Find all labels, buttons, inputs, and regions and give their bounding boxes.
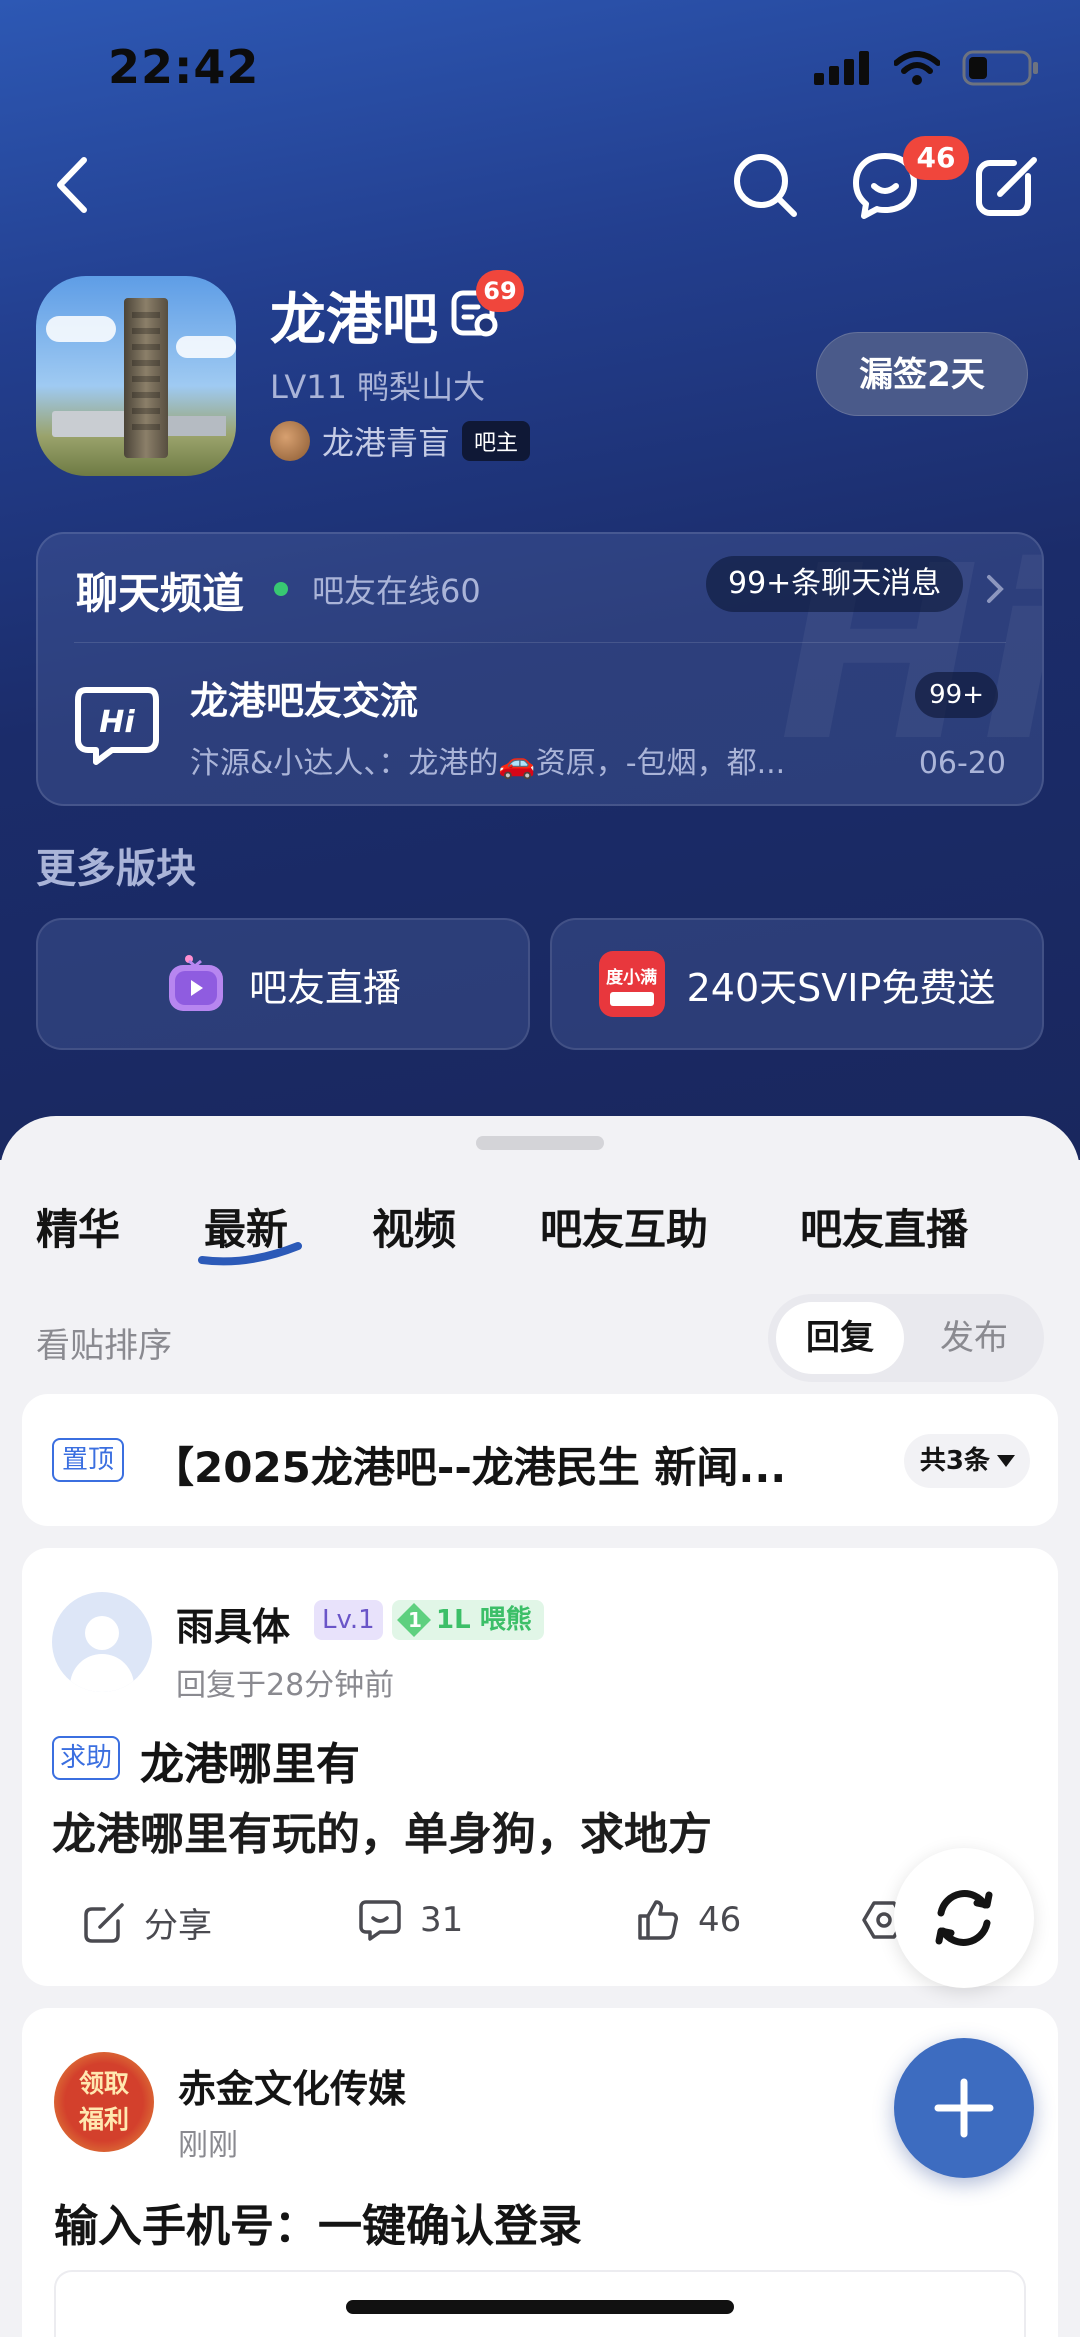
- chat-channel-title: 聊天频道: [76, 569, 245, 618]
- pinned-title[interactable]: 【2025龙港吧--龙港民生 新闻...: [152, 1434, 872, 1495]
- checkin-button[interactable]: 漏签2天: [816, 332, 1028, 416]
- share-label: 分享: [144, 1906, 212, 1946]
- chat-room-hi-icon: Hi: [75, 687, 159, 765]
- comment-button[interactable]: 31: [358, 1898, 463, 1942]
- like-button[interactable]: 46: [636, 1898, 741, 1942]
- section-label: 吧友直播: [248, 965, 401, 1010]
- advertiser-name: 赤金文化传媒: [178, 2067, 407, 2111]
- forum-name: 龙港吧: [270, 288, 438, 353]
- duxiaoman-icon-text: 度小满: [606, 967, 658, 988]
- fan-level-badge: 1 1L 喂熊: [392, 1600, 544, 1640]
- sort-by-reply[interactable]: 回复: [776, 1302, 904, 1374]
- thumbs-up-icon: [638, 1900, 678, 1940]
- avatar-cloud: [176, 336, 236, 358]
- avatar-tower: [124, 298, 168, 458]
- tab-live[interactable]: 吧友直播: [800, 1196, 968, 1257]
- comment-icon: [359, 1900, 401, 1941]
- owner-name: 龙港青盲: [322, 424, 451, 462]
- share-icon: [84, 1902, 124, 1943]
- back-icon[interactable]: [50, 150, 94, 220]
- chat-message-count[interactable]: 99+条聊天消息: [706, 556, 964, 612]
- advertiser-logo-text: 领取: [78, 2069, 129, 2098]
- edit-post-icon[interactable]: [972, 150, 1042, 220]
- tab-featured[interactable]: 精华: [36, 1196, 120, 1257]
- post-category-tag: 求助: [52, 1736, 121, 1780]
- divider: [74, 642, 1006, 643]
- pinned-count: 共3条: [919, 1446, 990, 1476]
- post-username[interactable]: 雨具体: [176, 1596, 290, 1651]
- chat-room-date: 06-20: [918, 746, 1006, 781]
- triangle-down-icon: [997, 1455, 1015, 1467]
- home-indicator[interactable]: [346, 2300, 734, 2314]
- post-title[interactable]: 龙港哪里有: [140, 1728, 360, 1792]
- plus-icon: [934, 2078, 994, 2138]
- user-avatar[interactable]: [52, 1592, 152, 1692]
- fan-level-label: 1L 喂熊: [436, 1605, 532, 1635]
- user-level-badge: Lv.1: [314, 1600, 383, 1640]
- duxiaoman-icon-bar: [609, 991, 654, 1006]
- more-sections-title: 更多版块: [36, 846, 196, 892]
- avatar-cloud: [46, 316, 116, 342]
- sort-by-post[interactable]: 发布: [910, 1302, 1038, 1374]
- chat-room-name: 龙港吧友交流: [190, 679, 419, 723]
- wifi-icon: [894, 51, 940, 85]
- battery-icon: [962, 50, 1038, 86]
- online-count: 吧友在线60: [312, 572, 481, 610]
- duxiaoman-icon: 度小满: [598, 951, 665, 1017]
- chat-room-unread-badge: 99+: [915, 672, 998, 718]
- ad-time: 刚刚: [178, 2128, 238, 2163]
- owner-avatar: [270, 421, 310, 461]
- section-live-button[interactable]: 吧友直播: [36, 918, 530, 1050]
- online-dot-icon: [274, 582, 288, 596]
- avatar-body: [70, 1654, 134, 1692]
- status-time: 22:42: [108, 40, 260, 94]
- comment-count: 31: [420, 1900, 464, 1940]
- advertiser-logo-text: 福利: [78, 2105, 129, 2134]
- sponsored-post-card[interactable]: 领取 福利 赤金文化传媒 刚刚 输入手机号：一键确认登录: [22, 2008, 1058, 2337]
- section-label: 240天SVIP免费送: [686, 965, 996, 1010]
- avatar-head: [85, 1616, 119, 1650]
- chat-channel-card[interactable]: Hi 聊天频道 吧友在线60 99+条聊天消息 Hi 龙港吧友交流 汴源&小达人…: [36, 532, 1044, 806]
- forum-info-badge: 69: [476, 270, 524, 312]
- section-svip-button[interactable]: 度小满 240天SVIP免费送: [550, 918, 1044, 1050]
- message-badge: 46: [903, 136, 969, 180]
- status-icons: [814, 50, 1040, 86]
- advertiser-logo: 领取 福利: [54, 2052, 154, 2152]
- live-tv-icon: [168, 955, 223, 1011]
- post-body[interactable]: 龙港哪里有玩的，单身狗，求地方: [52, 1798, 712, 1862]
- sheet-drag-handle[interactable]: [476, 1136, 604, 1150]
- pinned-expand-button[interactable]: 共3条: [903, 1434, 1030, 1488]
- pinned-posts-card[interactable]: 置顶 【2025龙港吧--龙港民生 新闻... 共3条: [22, 1394, 1058, 1526]
- sort-label: 看贴排序: [36, 1326, 172, 1366]
- ad-title[interactable]: 输入手机号：一键确认登录: [54, 2190, 582, 2254]
- refresh-icon: [935, 1890, 993, 1946]
- forum-owner[interactable]: 龙港青盲 吧主: [270, 418, 531, 464]
- pinned-tag: 置顶: [52, 1438, 125, 1482]
- new-post-fab[interactable]: [894, 2038, 1034, 2178]
- tab-mutual-help[interactable]: 吧友互助: [540, 1196, 708, 1257]
- chat-room-preview: 汴源&小达人、：龙港的🚗资原，-包烟，都...: [190, 746, 786, 781]
- search-icon[interactable]: [730, 150, 800, 220]
- svg-text:Hi: Hi: [99, 705, 135, 740]
- forum-level: LV11 鸭梨山大: [270, 368, 486, 406]
- tab-video[interactable]: 视频: [372, 1196, 456, 1257]
- fan-level-number: 1: [408, 1608, 422, 1632]
- post-time: 回复于28分钟前: [176, 1668, 395, 1703]
- owner-role-tag: 吧主: [462, 421, 531, 461]
- signal-icon: [814, 51, 869, 85]
- chevron-right-icon[interactable]: [986, 574, 1004, 604]
- active-tab-underline: [198, 1242, 302, 1266]
- share-button[interactable]: 分享: [82, 1898, 212, 1947]
- like-count: 46: [698, 1900, 742, 1940]
- forum-avatar[interactable]: [36, 276, 236, 476]
- sort-toggle: 回复 发布: [768, 1294, 1044, 1382]
- refresh-button[interactable]: [894, 1848, 1034, 1988]
